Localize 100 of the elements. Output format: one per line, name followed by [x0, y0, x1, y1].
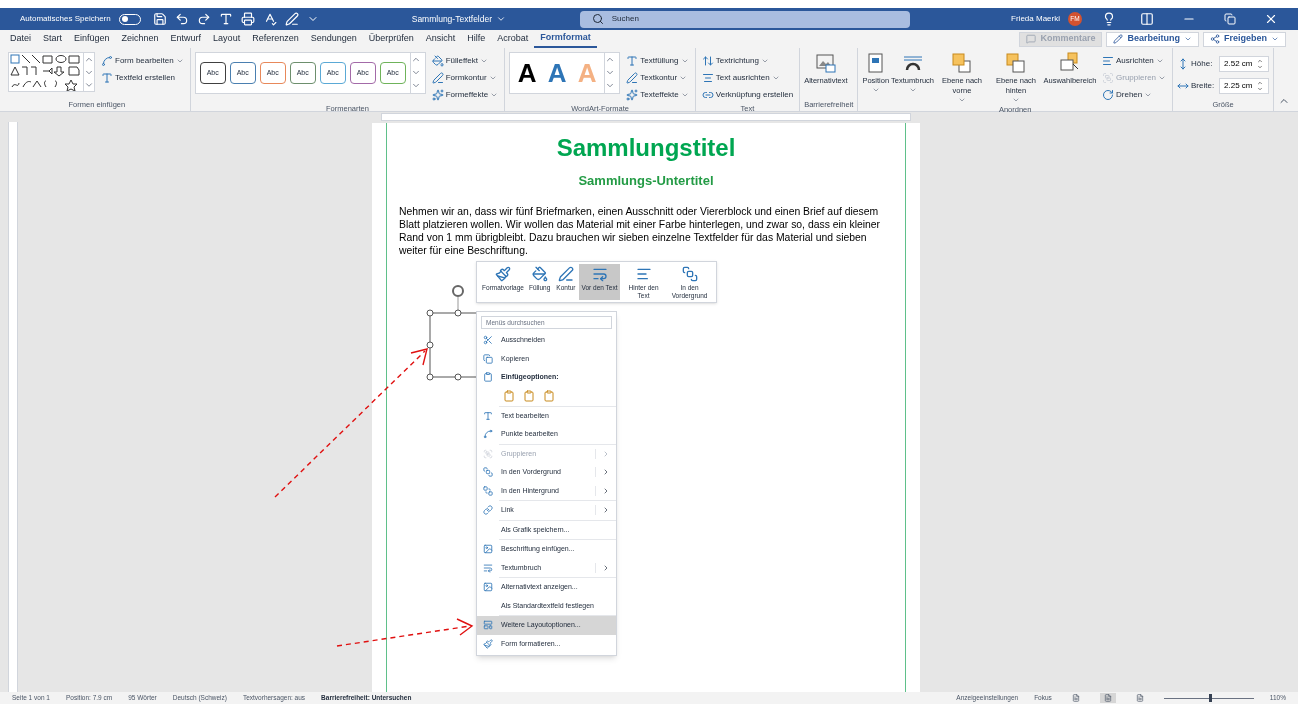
shapes-gallery[interactable]: [8, 52, 95, 92]
caret-icon: [1012, 96, 1020, 104]
fill-bucket-icon: [431, 54, 444, 67]
view-button[interactable]: [1099, 693, 1116, 703]
wordart-style[interactable]: A: [514, 56, 541, 90]
paste-option-icon[interactable]: [523, 390, 535, 402]
ribbon-button[interactable]: Formeffekte: [429, 86, 501, 103]
autosave-label: Automatisches Speichern: [20, 13, 111, 25]
document-title: Sammlungstitel: [556, 133, 736, 163]
menu-tab[interactable]: Zeichnen: [115, 30, 165, 48]
ribbon-button[interactable]: Form bearbeiten: [99, 52, 186, 69]
save-icon[interactable]: [152, 12, 167, 26]
fill-bucket-icon: [531, 266, 548, 282]
align-icon: [1102, 54, 1114, 67]
ribbon-button[interactable]: Ausrichten: [1100, 52, 1169, 69]
zoom-thumb[interactable]: [1208, 693, 1212, 702]
pen-icon: [626, 71, 639, 84]
wrap-icon: [591, 266, 608, 282]
page-view-icon: [1071, 694, 1080, 702]
menu-tab[interactable]: Start: [37, 30, 69, 48]
text-box-icon: [483, 410, 493, 421]
spin-down-icon[interactable]: [1256, 86, 1265, 92]
ribbon-button[interactable]: Textrichtung: [699, 52, 796, 69]
layers-icon: [951, 52, 973, 74]
shape-edit-icon: [101, 54, 113, 67]
image-icon: [483, 544, 493, 555]
printer-icon[interactable]: [240, 12, 255, 26]
layers-icon: [1005, 52, 1027, 74]
size-label: Höhe:: [1191, 58, 1214, 70]
page-view-icon: [1103, 694, 1112, 702]
group-icon: [483, 448, 493, 459]
scissors-icon: [483, 335, 493, 346]
ribbon-action-button[interactable]: Bearbeitung: [1106, 31, 1199, 47]
caret-icon: [908, 86, 917, 94]
brush-icon: [483, 638, 493, 649]
restore-icon[interactable]: [1224, 13, 1236, 25]
ribbon-button[interactable]: Textfüllung: [624, 52, 691, 69]
menu-tab[interactable]: Entwurf: [164, 30, 208, 48]
pen-icon: [557, 266, 574, 282]
paste-option-icon[interactable]: [543, 390, 555, 402]
menu-tab[interactable]: Ansicht: [419, 30, 462, 48]
ribbon-button[interactable]: Fülleffekt: [429, 52, 501, 69]
ribbon-button[interactable]: Textkontur: [624, 69, 691, 86]
ribbon-button[interactable]: Textfeld erstellen: [99, 69, 186, 86]
menu-tab[interactable]: Einfügen: [68, 30, 116, 48]
close-icon[interactable]: [1264, 12, 1278, 26]
comment-icon: [1026, 34, 1037, 44]
arrows-icon: [701, 54, 714, 67]
menu-tab[interactable]: Acrobat: [491, 30, 535, 48]
menu-tab[interactable]: Sendungen: [304, 30, 363, 48]
caret-icon: [958, 96, 966, 104]
size-field[interactable]: 2.25 cm: [1219, 78, 1270, 94]
caret-icon: [496, 14, 507, 24]
layers-icon: [483, 485, 493, 496]
rotate-icon: [1102, 88, 1114, 101]
page-view-icon: [1135, 694, 1144, 702]
menu-tab[interactable]: Datei: [4, 30, 37, 48]
menu-tab[interactable]: Hilfe: [461, 30, 492, 48]
style-brush-icon: [495, 266, 511, 282]
image-icon: [814, 52, 837, 74]
wrap-icon: [483, 562, 493, 573]
link-icon: [483, 505, 493, 516]
ribbon-display-icon[interactable]: [1140, 12, 1154, 26]
text-icon[interactable]: [218, 12, 233, 26]
document-title[interactable]: Sammlung-Textfelder: [411, 12, 572, 26]
pen-icon[interactable]: [284, 12, 299, 26]
ribbon-action-button[interactable]: Freigeben: [1203, 31, 1286, 47]
search-icon: [591, 13, 604, 25]
effects-icon: [626, 88, 639, 101]
spin-up-icon[interactable]: [1256, 80, 1265, 86]
ribbon-button[interactable]: Texteffekte: [624, 86, 691, 103]
share-icon: [1210, 34, 1220, 44]
menu-tab[interactable]: Layout: [207, 30, 247, 48]
spin-up-icon[interactable]: [1256, 58, 1265, 64]
body-paragraph: Nehmen wir an, dass wir fünf Briefmarken, einen Ausschnitt oder Viererblock und einen Brief auf diesem Blatt platzieren wollen. Wir wollen das Material mit einer Farbe hinterlegen, und zwar so, dass ein kleiner Rand von 1 mm übrigbleibt. Dazu brauchen wir sieben einzelne Textfelder für das Material und sieben weiter für eine Beschriftung.: [399, 204, 882, 257]
undo-icon[interactable]: [174, 12, 189, 26]
text-box-icon: [101, 71, 113, 84]
spin-down-icon[interactable]: [1256, 64, 1265, 70]
redo-icon[interactable]: [196, 12, 211, 26]
caret-icon: [1184, 35, 1192, 43]
ribbon-button[interactable]: Verknüpfung erstellen: [699, 86, 796, 103]
paste-option-icon[interactable]: [503, 390, 515, 402]
ribbon-button[interactable]: Formkontur: [429, 69, 501, 86]
ribbon-button[interactable]: Text ausrichten: [699, 69, 796, 86]
pencil-icon: [1113, 34, 1124, 44]
points-icon: [483, 429, 493, 440]
lines-icon: [635, 266, 652, 282]
menu-tab[interactable]: Überprüfen: [362, 30, 420, 48]
caret-icon: [871, 86, 880, 94]
layers-icon: [483, 467, 493, 478]
wordart-style[interactable]: A: [544, 56, 571, 90]
user-name: Frieda Maerki: [1011, 13, 1060, 25]
document-subtitle: Sammlungs-Untertitel: [578, 172, 714, 190]
size-field[interactable]: 2.52 cm: [1219, 56, 1270, 72]
menu-tab[interactable]: Referenzen: [246, 30, 305, 48]
ribbon-button[interactable]: Drehen: [1100, 86, 1169, 103]
lightbulb-icon[interactable]: [1102, 12, 1116, 26]
search-field[interactable]: Suchen: [579, 10, 910, 28]
caret-icon: [1271, 35, 1279, 43]
effects-icon: [431, 88, 444, 101]
